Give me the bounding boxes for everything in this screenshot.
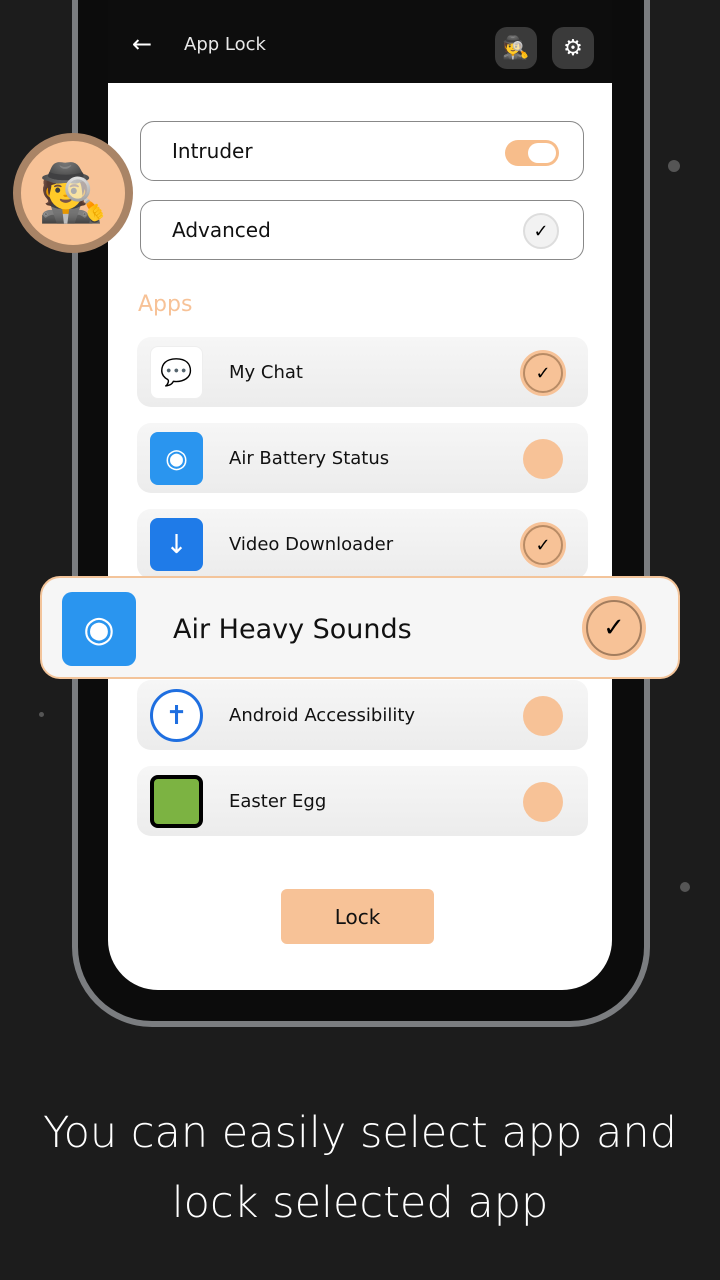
intruder-option[interactable]: Intruder <box>140 121 584 181</box>
spy-badge-icon: 🕵 <box>13 133 133 253</box>
apps-heading: Apps <box>138 292 193 317</box>
app-row-air-heavy-sounds-highlight[interactable]: ◉ Air Heavy Sounds ✓ <box>40 576 680 679</box>
app-row-easter-egg[interactable]: Easter Egg <box>137 766 588 836</box>
chat-app-icon: 💬 <box>150 346 203 399</box>
decor-dot <box>668 160 680 172</box>
app-select-checkbox[interactable]: ✓ <box>523 353 563 393</box>
phone-screen: ← App Lock 🕵 ⚙ Intruder Advanced ✓ Apps … <box>108 0 612 990</box>
app-select-checkbox[interactable] <box>523 696 563 736</box>
app-name: Android Accessibility <box>229 705 416 726</box>
caption-line-2: lock selected app <box>171 1178 549 1228</box>
app-select-checkbox[interactable]: ✓ <box>586 600 642 656</box>
app-name: My Chat <box>229 362 303 383</box>
gear-icon: ⚙ <box>563 35 583 61</box>
app-select-checkbox[interactable]: ✓ <box>523 525 563 565</box>
settings-button[interactable]: ⚙ <box>552 27 594 69</box>
android-app-icon: ◉ <box>150 432 203 485</box>
intruder-toggle[interactable] <box>505 140 559 166</box>
app-name: Air Heavy Sounds <box>173 614 412 645</box>
accessibility-app-icon: ✝ <box>150 689 203 742</box>
page-title: App Lock <box>184 34 266 55</box>
app-row-video-downloader[interactable]: ↓ Video Downloader ✓ <box>137 509 588 579</box>
intruder-label: Intruder <box>172 139 253 163</box>
check-icon: ✓ <box>533 220 549 242</box>
intruder-button[interactable]: 🕵 <box>495 27 537 69</box>
app-row-my-chat[interactable]: 💬 My Chat ✓ <box>137 337 588 407</box>
app-name: Easter Egg <box>229 791 327 812</box>
arrow-left-icon[interactable]: ← <box>132 30 152 58</box>
advanced-checkbox[interactable]: ✓ <box>523 213 559 249</box>
decor-dot <box>39 712 44 717</box>
caption-line-1: You can easily select app and <box>43 1108 677 1158</box>
app-row-air-battery-status[interactable]: ◉ Air Battery Status <box>137 423 588 493</box>
app-select-checkbox[interactable] <box>523 782 563 822</box>
android-app-icon: ◉ <box>62 592 136 666</box>
app-name: Air Battery Status <box>229 448 390 469</box>
app-select-checkbox[interactable] <box>523 439 563 479</box>
android-green-app-icon <box>150 775 203 828</box>
app-row-android-accessibility[interactable]: ✝ Android Accessibility <box>137 680 588 750</box>
lock-button[interactable]: Lock <box>281 889 434 944</box>
caption: You can easily select app and lock selec… <box>0 1098 720 1238</box>
top-bar: ← App Lock 🕵 ⚙ <box>108 0 612 83</box>
advanced-option[interactable]: Advanced ✓ <box>140 200 584 260</box>
decor-dot <box>680 882 690 892</box>
spy-icon: 🕵 <box>502 35 530 61</box>
advanced-label: Advanced <box>172 218 271 242</box>
app-name: Video Downloader <box>229 534 394 555</box>
download-app-icon: ↓ <box>150 518 203 571</box>
